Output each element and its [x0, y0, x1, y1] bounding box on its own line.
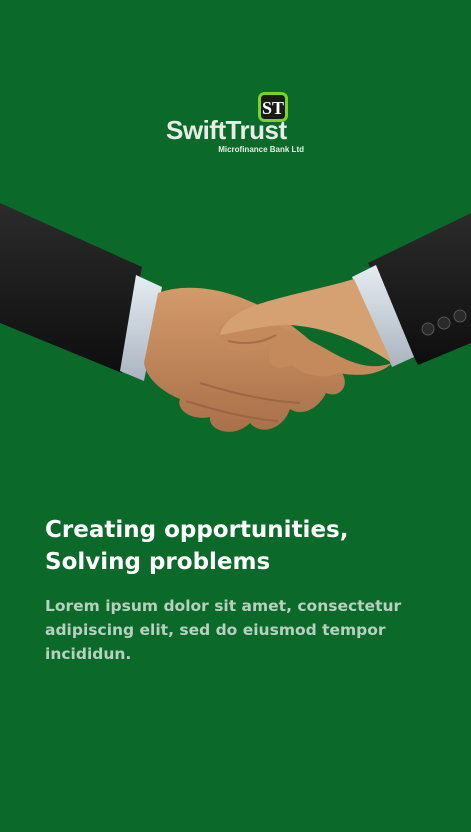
headline-line-2: Solving problems: [45, 549, 271, 575]
handshake-illustration: [0, 203, 471, 432]
description-text: Lorem ipsum dolor sit amet, consectetur …: [45, 597, 402, 663]
brand-logo: ST SwiftTrust Microfinance Bank Ltd: [166, 92, 306, 156]
onboarding-screen: ST SwiftTrust Microfinance Bank Ltd Crea…: [0, 0, 471, 832]
headline-line-1: Creating opportunities,: [45, 517, 349, 543]
brand-name: SwiftTrust: [166, 115, 287, 145]
headline: Creating opportunities, Solving problems: [45, 514, 445, 578]
brand-subtitle: Microfinance Bank Ltd: [218, 145, 304, 154]
